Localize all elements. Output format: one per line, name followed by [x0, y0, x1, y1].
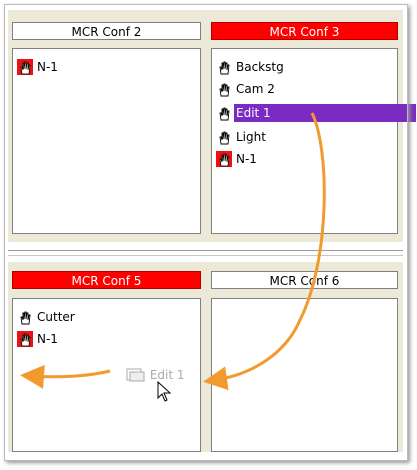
drop-direction-arrow: [20, 364, 111, 389]
window-frame: MCR Conf 2 N-1 MCR Conf 3 Backstg Cam 2 …: [0, 0, 417, 470]
drag-path-arrow: [203, 112, 326, 391]
drag-arrows: [20, 112, 326, 391]
